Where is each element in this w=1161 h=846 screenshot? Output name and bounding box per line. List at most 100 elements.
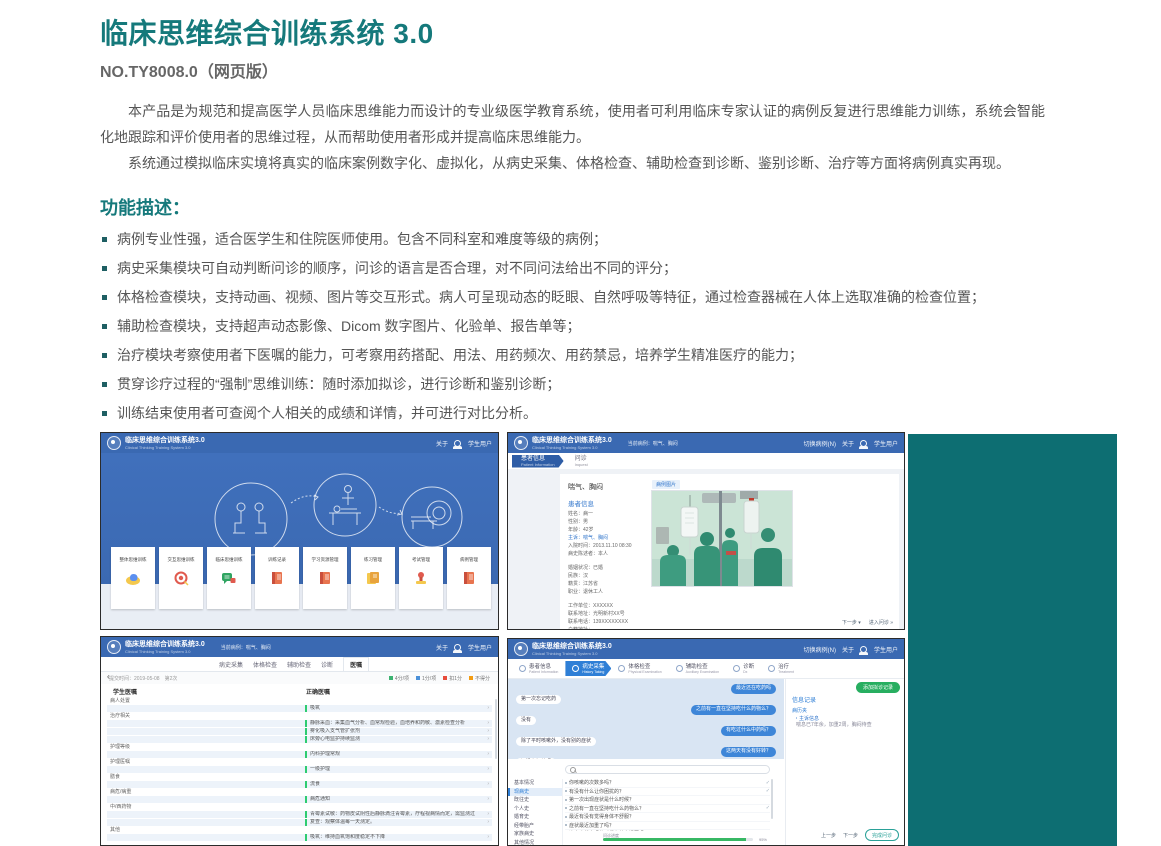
about-link[interactable]: 关于 — [842, 439, 854, 448]
module-card[interactable]: 病例管理 — [447, 547, 491, 609]
history-category[interactable]: 现病史 — [508, 788, 562, 797]
breadcrumb-step[interactable]: 患者信息 Patient Information — [512, 455, 564, 468]
question-item[interactable]: 这个症状出现的时候有什么诱因吗？ — [565, 830, 770, 831]
module-card[interactable]: 练习管理 — [351, 547, 395, 609]
app-header: 临床思维综合训练系统3.0Clinical Thinking Training … — [508, 433, 904, 453]
wizard-step[interactable]: 辅助检查Auxiliary Examination — [669, 661, 726, 676]
history-category[interactable]: 家族病史 — [508, 830, 562, 839]
model-number: NO.TY8008.0（网页版） — [100, 58, 1045, 82]
result-tab[interactable]: 体格检查 — [253, 660, 277, 669]
chat-bubble: 第一次忘记吃药 — [516, 695, 561, 705]
question-item[interactable]: 你咳嗽的次数多吗？ ✓ — [565, 779, 770, 788]
chat-bubble: 有吃过什么中药吗？ — [721, 726, 776, 736]
patient-info-heading: 患者信息 — [568, 498, 594, 508]
order-row[interactable]: 吸氧 › — [107, 705, 492, 712]
history-category[interactable]: 其他情况 — [508, 839, 562, 846]
chat-bubble: 还没有好转呢 — [516, 758, 556, 760]
step-icon — [572, 665, 579, 672]
intro-paragraph-2: 系统通过模拟临床实境将真实的临床案例数字化、虚拟化，从病史采集、体格检查、辅助检… — [100, 150, 1045, 176]
bullet-dot — [565, 807, 567, 809]
app-subtitle: Clinical Thinking Training System 3.0 — [125, 649, 205, 654]
expand-icon[interactable]: › — [487, 766, 489, 773]
result-tab[interactable]: 辅助检查 — [287, 660, 311, 669]
result-tab[interactable]: 病史采集 — [219, 660, 243, 669]
expand-icon[interactable]: › — [487, 796, 489, 803]
module-card[interactable]: 学习资源管理 — [303, 547, 347, 609]
module-card[interactable]: 整体思维训练 — [111, 547, 155, 609]
order-category: 病危/病重 — [110, 790, 492, 795]
patient-field: 职业：退休工人 — [568, 588, 652, 596]
result-tab[interactable]: 医嘱 — [343, 657, 369, 671]
history-category[interactable]: 个人史 — [508, 805, 562, 814]
order-row[interactable]: 青霉素试敏：药物皮试阴性后静脉滴注青霉素，疗程视病情而定，需监测过敏反应。 › — [107, 811, 492, 818]
bullet-dot — [565, 790, 567, 792]
app-subtitle: Clinical Thinking Training System 3.0 — [532, 445, 612, 450]
expand-icon[interactable]: › — [487, 736, 489, 743]
module-card[interactable]: 临床思维训练 — [207, 547, 251, 609]
search-input[interactable] — [579, 766, 765, 773]
scrollbar[interactable] — [771, 779, 773, 819]
history-category[interactable]: 基本情况 — [508, 779, 562, 788]
about-link[interactable]: 关于 — [436, 643, 448, 652]
bullet-dot — [565, 824, 567, 826]
question-item[interactable]: 症状最近加重了吗？ — [565, 822, 770, 831]
wizard-step[interactable]: 治疗Treatment — [761, 661, 801, 676]
expand-icon[interactable]: › — [487, 811, 489, 818]
user-icon — [860, 440, 867, 447]
module-card[interactable]: 训练记录 — [255, 547, 299, 609]
breadcrumb-step[interactable]: 问诊 Inquest — [566, 455, 597, 468]
order-row[interactable]: 吸氧：维持血氧饱和度稳定不下降 › — [107, 834, 492, 841]
expand-icon[interactable]: › — [487, 705, 489, 712]
order-row[interactable]: 复查：观察体温每一天测定。 › — [107, 819, 492, 826]
history-category[interactable]: 既往史 — [508, 796, 562, 805]
expand-icon[interactable]: › — [487, 819, 489, 826]
history-category[interactable]: 经带胎产 — [508, 822, 562, 831]
chat-icon — [221, 570, 237, 586]
username[interactable]: 学生用户 — [468, 439, 492, 448]
order-row[interactable]: 静脉采血：采集血气分析、血常规检验，血培养和药敏、激素检查分析 › — [107, 720, 492, 727]
order-row[interactable]: 床旁心电监护持续监测 › — [107, 736, 492, 743]
order-row[interactable]: 流食 › — [107, 781, 492, 788]
target-icon — [173, 570, 189, 586]
module-card[interactable]: 交互思维训练 — [159, 547, 203, 609]
expand-icon[interactable]: › — [487, 834, 489, 841]
question-item[interactable]: 之前有一直在坚持吃什么药物么？ ✓ — [565, 805, 770, 814]
question-search[interactable] — [565, 765, 770, 774]
order-row[interactable]: 病危通知 › — [107, 796, 492, 803]
back-icon[interactable]: ‹ — [107, 673, 110, 681]
order-category: 中/西药物 — [110, 805, 492, 810]
expand-icon[interactable]: › — [487, 751, 489, 758]
username[interactable]: 学生用户 — [874, 439, 898, 448]
about-link[interactable]: 关于 — [436, 439, 448, 448]
wizard-steps: 患者信息Patient Information 病史采集History Taki… — [508, 659, 904, 679]
wizard-step[interactable]: 病史采集History Taking — [565, 661, 611, 676]
module-card[interactable]: 考试管理 — [399, 547, 443, 609]
scrollbar[interactable] — [495, 699, 497, 759]
order-category: 病人处置 — [110, 699, 492, 704]
patient-field: 性别：男 — [568, 518, 652, 526]
tab-case-photos[interactable]: 病例图片 — [652, 480, 680, 489]
add-diagnosis-button[interactable]: 添加拟诊记录 — [856, 682, 900, 693]
switch-case-button[interactable]: 切换病例(N) — [804, 645, 836, 654]
order-row[interactable]: 一级护理 › — [107, 766, 492, 773]
question-item[interactable]: 有没有什么让你困扰的？ ✓ — [565, 788, 770, 797]
order-row[interactable]: 内科护理常规 › — [107, 751, 492, 758]
expand-icon[interactable]: › — [487, 728, 489, 735]
case-title: 喘气、胸闷 — [568, 482, 603, 492]
username[interactable]: 学生用户 — [874, 645, 898, 654]
order-row[interactable]: 雾化吸入支气管扩张剂 › — [107, 728, 492, 735]
expand-icon[interactable]: › — [487, 781, 489, 788]
wizard-step[interactable]: 诊断Dx — [726, 661, 761, 676]
expand-icon[interactable]: › — [487, 720, 489, 727]
wizard-step[interactable]: 体格检查Physical Examination — [611, 661, 668, 676]
about-link[interactable]: 关于 — [842, 645, 854, 654]
username[interactable]: 学生用户 — [468, 643, 492, 652]
history-category[interactable]: 婚育史 — [508, 813, 562, 822]
question-item[interactable]: 最近有没有觉得身体不舒服？ — [565, 813, 770, 822]
wizard-step[interactable]: 患者信息Patient Information — [512, 661, 565, 676]
question-item[interactable]: 第一次出现症状是什么时候？ — [565, 796, 770, 805]
enter-inquiry-link[interactable]: 进入问诊 » — [869, 619, 893, 626]
result-tab[interactable]: 诊断 — [321, 660, 333, 669]
switch-case-button[interactable]: 切换病例(N) — [804, 439, 836, 448]
next-step-link[interactable]: 下一步 ▾ — [842, 619, 861, 626]
